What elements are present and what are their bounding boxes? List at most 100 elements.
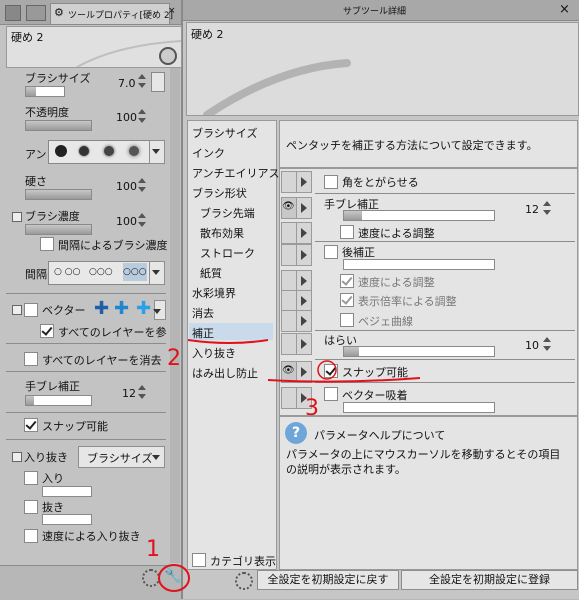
interval-normal-icon[interactable]: ○○○ xyxy=(89,262,113,282)
stabilization-slider[interactable] xyxy=(25,395,92,406)
in-out-expand[interactable] xyxy=(12,452,22,462)
visibility-toggle-speed2[interactable] xyxy=(281,270,297,292)
sub-tool-detail-icon[interactable]: 🔧 xyxy=(164,568,181,584)
category-texture[interactable]: 紙質 xyxy=(200,265,222,281)
category-ink[interactable]: インク xyxy=(192,145,225,161)
panel-close-icon[interactable]: × xyxy=(168,6,176,16)
vector-expand[interactable] xyxy=(12,305,22,315)
expand-arrow-bezier[interactable] xyxy=(296,310,312,332)
harai-slider[interactable] xyxy=(343,346,495,357)
close-icon[interactable]: × xyxy=(559,2,570,17)
category-in-out[interactable]: 入り抜き xyxy=(192,345,236,361)
reset-icon[interactable] xyxy=(142,569,160,587)
aa-medium-icon[interactable] xyxy=(104,146,114,156)
vector-add-icon-3[interactable]: ✚ xyxy=(136,300,154,318)
brush-size-dropdown-icon[interactable] xyxy=(151,72,165,92)
brush-density-slider[interactable] xyxy=(25,224,92,235)
opacity-stepper[interactable] xyxy=(138,108,147,124)
aa-strong-icon[interactable] xyxy=(129,146,139,156)
opacity-slider[interactable] xyxy=(25,120,92,131)
anti-alias-selector[interactable] xyxy=(48,140,150,164)
anti-alias-dropdown[interactable] xyxy=(149,140,165,164)
category-brush-shape[interactable]: ブラシ形状 xyxy=(192,185,247,201)
hardness-stepper[interactable] xyxy=(138,177,147,193)
interval-density-checkbox[interactable] xyxy=(40,237,54,251)
all-layers-ref-checkbox[interactable] xyxy=(40,324,54,338)
category-correction[interactable]: 補正 xyxy=(192,325,214,341)
visibility-toggle-speed[interactable] xyxy=(281,222,297,244)
divider xyxy=(6,412,166,413)
in-checkbox[interactable] xyxy=(24,471,38,485)
vector-magnet-slider[interactable] xyxy=(343,402,495,413)
in-slider[interactable] xyxy=(42,486,92,497)
reset-all-button[interactable]: 全設定を初期設定に戻す xyxy=(257,570,399,590)
category-overflow-prevention[interactable]: はみ出し防止 xyxy=(192,365,258,381)
post-correction-slider[interactable] xyxy=(343,259,495,270)
interval-selector[interactable]: ○ ○○ ○○○ ○○○ xyxy=(48,261,150,285)
harai-stepper[interactable] xyxy=(543,336,552,352)
category-anti-alias[interactable]: アンチエイリアス xyxy=(192,165,280,181)
expand-arrow-post[interactable] xyxy=(296,244,312,266)
expand-arrow-harai[interactable] xyxy=(296,333,312,355)
all-layers-erase-checkbox[interactable] xyxy=(24,352,38,366)
bezier-checkbox[interactable] xyxy=(340,313,354,327)
snap-checkbox[interactable] xyxy=(24,418,38,432)
brush-density-stepper[interactable] xyxy=(138,212,147,228)
speed-in-out-checkbox[interactable] xyxy=(24,529,38,543)
tab-tool-property[interactable]: ⚙ ツールプロパティ[硬め 2] xyxy=(50,3,173,24)
expand-arrow-stabilization[interactable] xyxy=(296,197,312,219)
expand-arrow-speed2[interactable] xyxy=(296,270,312,292)
stabilization-setting-slider[interactable] xyxy=(343,210,495,221)
stabilization-stepper[interactable] xyxy=(138,384,147,400)
stabilization-setting-stepper[interactable] xyxy=(543,200,552,216)
speed-adjust-checkbox[interactable] xyxy=(340,225,354,239)
zoom-icon[interactable] xyxy=(159,47,177,65)
post-correction-checkbox[interactable] xyxy=(324,245,338,259)
aa-weak-icon[interactable] xyxy=(79,146,89,156)
out-checkbox[interactable] xyxy=(24,500,38,514)
visibility-toggle-bezier[interactable] xyxy=(281,310,297,332)
category-brush-tip[interactable]: ブラシ先端 xyxy=(200,205,255,221)
snap-setting-checkbox[interactable] xyxy=(324,364,338,378)
visibility-toggle-stabilization[interactable]: 👁 xyxy=(281,197,297,219)
visibility-toggle-harai[interactable] xyxy=(281,333,297,355)
in-out-select[interactable]: ブラシサイズ xyxy=(78,446,165,468)
category-stroke[interactable]: ストローク xyxy=(200,245,255,261)
visibility-toggle-ratio[interactable] xyxy=(281,290,297,312)
visibility-toggle-sharpen[interactable] xyxy=(281,171,297,193)
sub-tab-icon-2[interactable] xyxy=(26,5,46,21)
aa-none-icon[interactable] xyxy=(55,145,67,157)
sub-tab-icon-1[interactable] xyxy=(5,5,21,21)
category-watercolor-edge[interactable]: 水彩境界 xyxy=(192,285,236,301)
expand-arrow-sharpen[interactable] xyxy=(296,171,312,193)
interval-wide-icon[interactable]: ○○○ xyxy=(123,263,147,281)
expand-arrow-ratio[interactable] xyxy=(296,290,312,312)
expand-arrow-speed[interactable] xyxy=(296,222,312,244)
visibility-toggle-vector-magnet[interactable] xyxy=(281,387,297,409)
register-all-button[interactable]: 全設定を初期設定に登録 xyxy=(401,570,578,590)
vector-add-icon[interactable]: ✚ xyxy=(94,300,112,318)
brush-size-slider[interactable] xyxy=(25,86,65,97)
vector-checkbox[interactable] xyxy=(24,303,38,317)
category-scatter[interactable]: 散布効果 xyxy=(200,225,244,241)
vector-add-icon-2[interactable]: ✚ xyxy=(114,300,132,318)
brush-density-expand[interactable] xyxy=(12,212,22,222)
vector-dropdown[interactable] xyxy=(153,300,166,320)
brush-size-stepper[interactable] xyxy=(138,73,147,89)
category-display-checkbox[interactable] xyxy=(192,553,206,567)
visibility-toggle-post[interactable] xyxy=(281,244,297,266)
category-erase[interactable]: 消去 xyxy=(192,305,214,321)
speed-adjust2-checkbox[interactable] xyxy=(340,274,354,288)
dialog-bottom-reset-icon[interactable] xyxy=(235,572,253,590)
visibility-toggle-snap[interactable]: 👁 xyxy=(281,361,297,383)
vector-magnet-checkbox[interactable] xyxy=(324,387,338,401)
out-slider[interactable] xyxy=(42,514,92,525)
sharpen-corners-checkbox[interactable] xyxy=(324,175,338,189)
hardness-slider[interactable] xyxy=(25,189,92,200)
interval-narrow-icon[interactable]: ○ ○○ xyxy=(54,262,80,282)
interval-dropdown[interactable] xyxy=(149,261,165,285)
expand-arrow-snap[interactable] xyxy=(296,361,312,383)
left-panel-scrollbar[interactable] xyxy=(170,68,180,563)
category-brush-size[interactable]: ブラシサイズ xyxy=(192,125,257,141)
display-ratio-checkbox[interactable] xyxy=(340,293,354,307)
